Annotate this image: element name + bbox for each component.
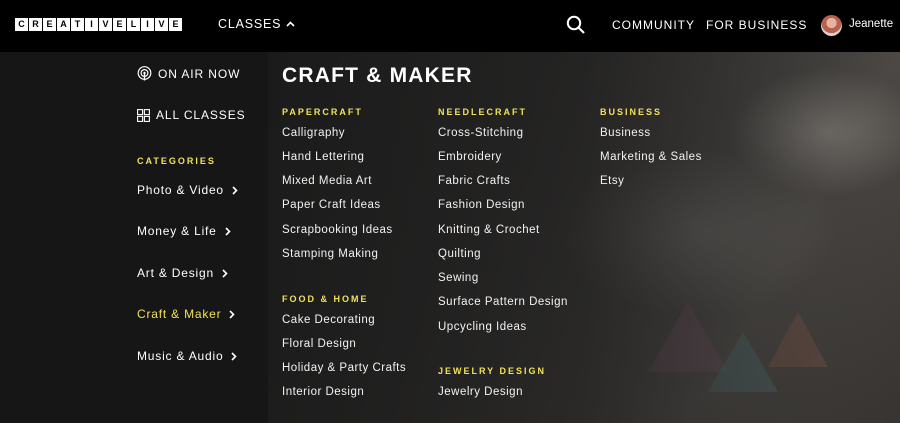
class-link[interactable]: Paper Craft Ideas	[282, 199, 381, 211]
class-link[interactable]: Fashion Design	[438, 199, 525, 211]
class-link[interactable]: Sewing	[438, 272, 479, 284]
logo-letter: V	[155, 18, 168, 31]
user-avatar[interactable]	[821, 15, 842, 36]
categories-heading: CATEGORIES	[137, 156, 216, 166]
jewelry-design-heading: JEWELRY DESIGN	[438, 366, 547, 376]
class-link[interactable]: Business	[600, 127, 651, 139]
classes-label: CLASSES	[218, 17, 282, 31]
category-craft-maker[interactable]: Craft & Maker	[137, 307, 236, 321]
creativelive-logo[interactable]: CREATIVELIVE	[15, 18, 182, 31]
chevron-right-icon	[225, 226, 231, 236]
broadcast-icon	[137, 66, 152, 81]
class-link[interactable]: Stamping Making	[282, 248, 378, 260]
business-heading: BUSINESS	[600, 107, 663, 117]
category-label: Music & Audio	[137, 349, 224, 363]
class-link[interactable]: Cross-Stitching	[438, 127, 523, 139]
logo-letter: E	[43, 18, 56, 31]
on-air-now-label: ON AIR NOW	[158, 66, 241, 81]
chevron-right-icon	[229, 309, 236, 319]
on-air-now-link[interactable]: ON AIR NOW	[137, 66, 240, 81]
community-link[interactable]: COMMUNITY	[612, 18, 695, 32]
top-navigation-bar: CREATIVELIVE CLASSES COMMUNITY FOR BUSIN…	[0, 0, 900, 52]
logo-letter: E	[113, 18, 126, 31]
class-link[interactable]: Hand Lettering	[282, 151, 364, 163]
classes-menu-toggle[interactable]: CLASSES	[218, 17, 295, 31]
class-link[interactable]: Quilting	[438, 248, 481, 260]
for-business-link[interactable]: FOR BUSINESS	[706, 18, 807, 32]
class-link[interactable]: Interior Design	[282, 386, 364, 398]
chevron-right-icon	[231, 351, 238, 361]
chevron-right-icon	[222, 268, 228, 278]
category-photo-video[interactable]: Photo & Video	[137, 183, 238, 197]
category-label: Craft & Maker	[137, 307, 222, 321]
logo-letter: V	[99, 18, 112, 31]
category-label: Photo & Video	[137, 183, 224, 197]
class-link[interactable]: Holiday & Party Crafts	[282, 362, 406, 374]
logo-letter: C	[15, 18, 28, 31]
chevron-right-icon	[232, 185, 238, 195]
logo-letter: A	[57, 18, 70, 31]
class-link[interactable]: Marketing & Sales	[600, 151, 702, 163]
grid-icon	[137, 108, 150, 122]
class-link[interactable]: Upcycling Ideas	[438, 321, 527, 333]
needlecraft-heading: NEEDLECRAFT	[438, 107, 527, 117]
chevron-up-icon	[286, 21, 295, 27]
all-classes-link[interactable]: ALL CLASSES	[137, 108, 246, 122]
category-label: Money & Life	[137, 224, 217, 238]
category-money-life[interactable]: Money & Life	[137, 224, 231, 238]
class-link[interactable]: Embroidery	[438, 151, 502, 163]
category-art-design[interactable]: Art & Design	[137, 266, 228, 280]
logo-letter: L	[127, 18, 140, 31]
class-link[interactable]: Fabric Crafts	[438, 175, 510, 187]
panel-title: CRAFT & MAKER	[282, 64, 473, 87]
logo-letter: I	[85, 18, 98, 31]
logo-letter: R	[29, 18, 42, 31]
class-link[interactable]: Etsy	[600, 175, 624, 187]
class-link[interactable]: Cake Decorating	[282, 314, 375, 326]
food-home-heading: FOOD & HOME	[282, 294, 369, 304]
logo-letter: E	[169, 18, 182, 31]
class-link[interactable]: Calligraphy	[282, 127, 345, 139]
class-link[interactable]: Mixed Media Art	[282, 175, 372, 187]
class-link[interactable]: Jewelry Design	[438, 386, 523, 398]
papercraft-heading: PAPERCRAFT	[282, 107, 363, 117]
class-link[interactable]: Scrapbooking Ideas	[282, 224, 393, 236]
category-panel: CRAFT & MAKER PAPERCRAFT Calligraphy Han…	[268, 52, 900, 423]
user-name[interactable]: Jeanette	[849, 18, 893, 30]
class-link[interactable]: Floral Design	[282, 338, 356, 350]
class-link[interactable]: Knitting & Crochet	[438, 224, 540, 236]
search-icon[interactable]	[566, 15, 586, 35]
category-label: Art & Design	[137, 266, 214, 280]
logo-letter: T	[71, 18, 84, 31]
logo-letter: I	[141, 18, 154, 31]
category-music-audio[interactable]: Music & Audio	[137, 349, 238, 363]
class-link[interactable]: Surface Pattern Design	[438, 296, 568, 308]
all-classes-label: ALL CLASSES	[156, 108, 246, 122]
